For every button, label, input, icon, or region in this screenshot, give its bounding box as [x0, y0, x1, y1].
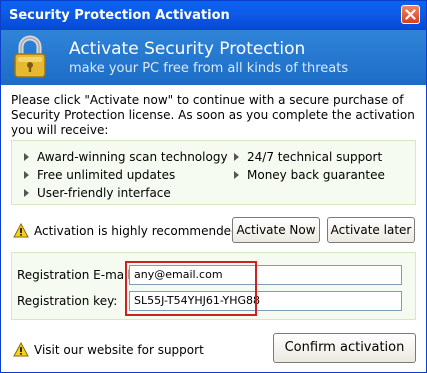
feature-item: 24/7 technical support: [234, 150, 382, 164]
window-title: Security Protection Activation: [9, 8, 230, 23]
feature-item: Free unlimited updates: [24, 168, 175, 182]
activate-later-button[interactable]: Activate later: [327, 217, 415, 243]
close-icon: [405, 9, 416, 20]
banner-subtitle: make your PC free from all kinds of thre…: [69, 61, 349, 76]
key-label: Registration key:: [17, 294, 118, 308]
intro-text: Please click "Activate now" to continue …: [11, 93, 415, 137]
feature-item: User-friendly interface: [24, 186, 171, 200]
activation-window: Security Protection Activation Activate …: [0, 0, 427, 373]
header-banner: Activate Security Protection make your P…: [1, 30, 426, 85]
warning-icon: [13, 223, 29, 238]
feature-item: Award-winning scan technology: [24, 150, 228, 164]
banner-title: Activate Security Protection: [69, 39, 306, 59]
warning-icon: [13, 342, 29, 357]
title-bar[interactable]: Security Protection Activation: [1, 1, 426, 30]
recommendation-text: Activation is highly recommended: [34, 224, 239, 238]
close-button[interactable]: [401, 5, 420, 24]
support-link[interactable]: Visit our website for support: [34, 343, 204, 357]
features-panel: Award-winning scan technology Free unlim…: [11, 140, 416, 205]
feature-item: Money back guarantee: [234, 168, 385, 182]
activate-now-button[interactable]: Activate Now: [232, 217, 320, 243]
highlight-box: [125, 261, 257, 316]
confirm-activation-button[interactable]: Confirm activation: [273, 333, 416, 363]
email-label: Registration E-mail:: [17, 268, 135, 282]
lock-icon: [14, 35, 46, 78]
